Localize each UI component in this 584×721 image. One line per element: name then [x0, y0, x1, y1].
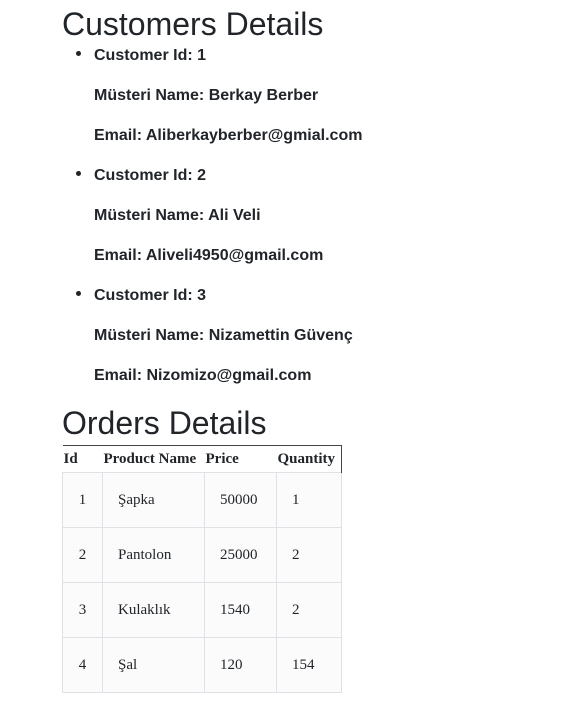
- cell-quantity: 2: [276, 527, 342, 583]
- cell-product-name: Şapka: [102, 472, 205, 528]
- cell-quantity: 2: [276, 582, 342, 638]
- customer-name: Müsteri Name: Ali Veli: [94, 207, 261, 224]
- cell-price: 50000: [204, 472, 277, 528]
- customer-name: Müsteri Name: Berkay Berber: [94, 87, 319, 104]
- customer-email: Email: Nizomizo@gmail.com: [94, 367, 312, 384]
- table-row: 1 Şapka 50000 1: [62, 472, 342, 528]
- customer-item: Customer Id: 1 Müsteri Name: Berkay Berb…: [62, 36, 562, 156]
- customer-item: Customer Id: 2 Müsteri Name: Ali Veli Em…: [62, 156, 562, 276]
- customer-id: Customer Id: 2: [94, 167, 207, 184]
- orders-table: Id Product Name Price Quantity 1 Şapka 5…: [62, 445, 342, 693]
- header-quantity: Quantity: [276, 445, 342, 473]
- customer-email: Email: Aliveli4950@gmail.com: [94, 247, 324, 264]
- orders-header-row: Id Product Name Price Quantity: [62, 445, 342, 473]
- table-row: 2 Pantolon 25000 2: [62, 527, 342, 583]
- cell-id: 1: [62, 472, 103, 528]
- cell-price: 120: [204, 637, 277, 693]
- table-row: 3 Kulaklık 1540 2: [62, 582, 342, 638]
- cell-product-name: Pantolon: [102, 527, 205, 583]
- orders-details-heading: Orders Details: [62, 405, 267, 441]
- cell-product-name: Kulaklık: [102, 582, 205, 638]
- cell-price: 25000: [204, 527, 277, 583]
- cell-id: 2: [62, 527, 103, 583]
- cell-id: 3: [62, 582, 103, 638]
- cell-id: 4: [62, 637, 103, 693]
- header-id: Id: [62, 445, 103, 473]
- header-price: Price: [204, 445, 277, 473]
- customer-name: Müsteri Name: Nizamettin Güvenç: [94, 327, 353, 344]
- customer-id: Customer Id: 3: [94, 287, 207, 304]
- header-product-name: Product Name: [102, 445, 205, 473]
- cell-quantity: 154: [276, 637, 342, 693]
- customer-email: Email: Aliberkayberber@gmial.com: [94, 127, 363, 144]
- customer-id: Customer Id: 1: [94, 47, 207, 64]
- customer-list: Customer Id: 1 Müsteri Name: Berkay Berb…: [62, 36, 562, 396]
- page-content: Customers Details Customer Id: 1 Müsteri…: [62, 0, 562, 693]
- table-row: 4 Şal 120 154: [62, 637, 342, 693]
- cell-quantity: 1: [276, 472, 342, 528]
- cell-price: 1540: [204, 582, 277, 638]
- cell-product-name: Şal: [102, 637, 205, 693]
- customer-item: Customer Id: 3 Müsteri Name: Nizamettin …: [62, 276, 562, 396]
